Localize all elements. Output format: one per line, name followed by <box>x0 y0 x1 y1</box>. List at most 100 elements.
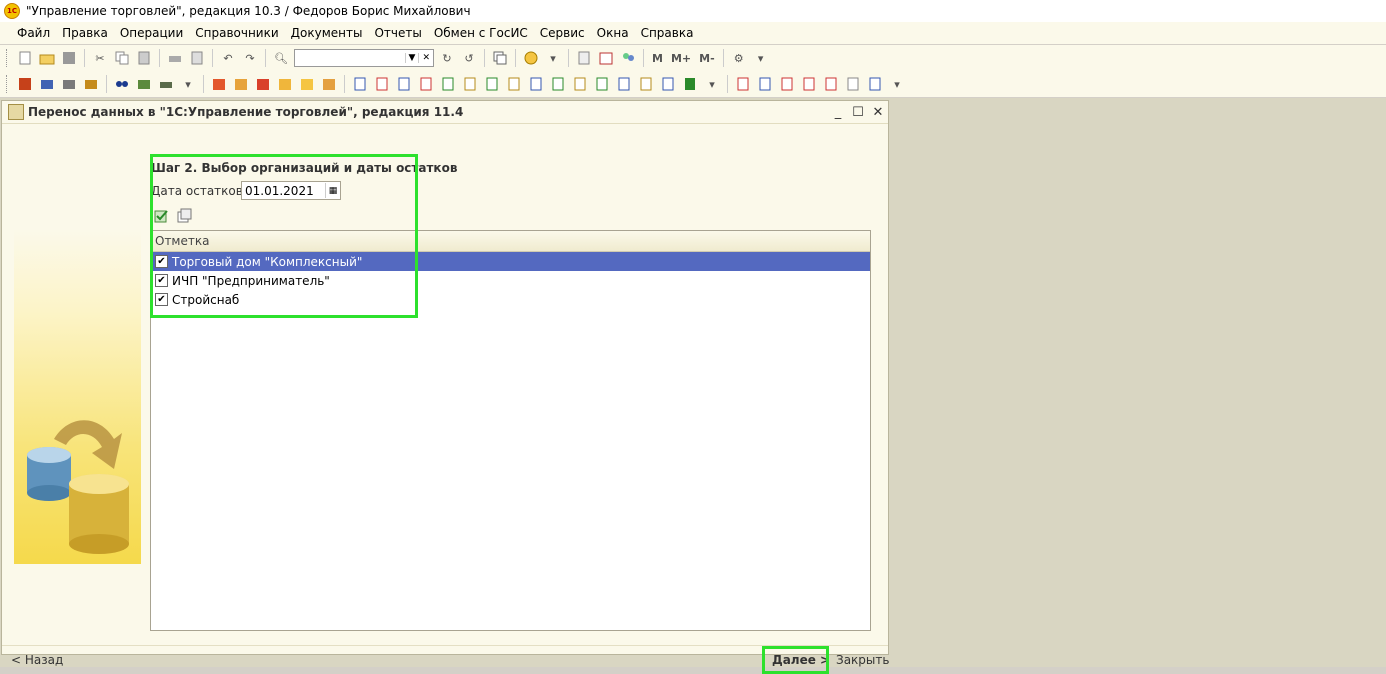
doc-14-icon[interactable] <box>638 76 654 92</box>
doc-7-icon[interactable] <box>484 76 500 92</box>
calculator-icon[interactable] <box>576 50 592 66</box>
order-customer-icon[interactable] <box>233 76 249 92</box>
toolbar-separator <box>727 75 728 93</box>
highlight-frame-next <box>762 646 829 674</box>
search-input[interactable]: ▼ ✕ <box>294 49 434 67</box>
doc-5-icon[interactable] <box>440 76 456 92</box>
doc-3-icon[interactable] <box>396 76 412 92</box>
payment-icon[interactable] <box>299 76 315 92</box>
maximize-icon[interactable]: ☐ <box>848 105 868 120</box>
dropdown-arrow-icon[interactable]: ▾ <box>545 50 561 66</box>
cut-icon[interactable]: ✂ <box>92 50 108 66</box>
toolbar-grip[interactable] <box>6 49 10 67</box>
stack-icon[interactable] <box>61 76 77 92</box>
doc-1-icon[interactable] <box>352 76 368 92</box>
close-window-icon[interactable]: ✕ <box>868 105 888 120</box>
windows-icon[interactable] <box>492 50 508 66</box>
report-3-icon[interactable] <box>779 76 795 92</box>
doc-12-icon[interactable] <box>594 76 610 92</box>
toolbar-standard: ✂ ↶ ↷ 🔍︎ ▼ ✕ ↻ ↺ ▾ M M+ M- ⚙ ▾ <box>0 45 1386 71</box>
menu-catalogs[interactable]: Справочники <box>195 26 278 40</box>
report-2-icon[interactable] <box>757 76 773 92</box>
doc-6-icon[interactable] <box>462 76 478 92</box>
toolbar-documents: ▾ ▾ ▾ <box>0 71 1386 97</box>
back-button[interactable]: < Назад <box>11 653 63 667</box>
save-icon[interactable] <box>61 50 77 66</box>
minimize-icon[interactable]: _ <box>828 105 848 120</box>
menu-file[interactable]: Файл <box>17 26 50 40</box>
menu-operations[interactable]: Операции <box>120 26 183 40</box>
close-button[interactable]: Закрыть <box>836 653 889 667</box>
tools-icon[interactable]: ⚙ <box>731 50 747 66</box>
printer-doc-icon[interactable] <box>39 76 55 92</box>
search-next-icon[interactable]: ↻ <box>439 50 455 66</box>
search-clear-icon[interactable]: ✕ <box>418 53 433 63</box>
calendar-icon[interactable] <box>598 50 614 66</box>
toolbar-separator <box>106 75 107 93</box>
window-titlebar: Перенос данных в "1С:Управление торговле… <box>2 101 888 124</box>
menu-bar: Файл Правка Операции Справочники Докумен… <box>0 22 1386 44</box>
print-icon[interactable] <box>167 50 183 66</box>
doc-2-icon[interactable] <box>374 76 390 92</box>
app-logo-icon: 1С <box>4 3 20 19</box>
toolbar-separator <box>265 49 266 67</box>
menu-help[interactable]: Справка <box>641 26 694 40</box>
order-supplier-icon[interactable] <box>255 76 271 92</box>
dropdown-arrow-icon[interactable]: ▾ <box>889 76 905 92</box>
menu-documents[interactable]: Документы <box>291 26 363 40</box>
menu-reports[interactable]: Отчеты <box>374 26 421 40</box>
toolbar-separator <box>203 75 204 93</box>
doc-4-icon[interactable] <box>418 76 434 92</box>
memory-minus-button[interactable]: M- <box>699 52 715 65</box>
info-icon[interactable] <box>523 50 539 66</box>
redo-icon[interactable]: ↷ <box>242 50 258 66</box>
print-preview-icon[interactable] <box>189 50 205 66</box>
report-6-icon[interactable] <box>845 76 861 92</box>
order-icon[interactable] <box>211 76 227 92</box>
wizard-body: Шаг 2. Выбор организаций и даты остатков… <box>2 124 889 674</box>
warehouse-icon[interactable] <box>136 76 152 92</box>
new-document-icon[interactable] <box>17 50 33 66</box>
users-icon[interactable] <box>620 50 636 66</box>
doc-11-icon[interactable] <box>572 76 588 92</box>
dropdown-arrow-icon[interactable]: ▾ <box>753 50 769 66</box>
memory-plus-button[interactable]: M+ <box>671 52 691 65</box>
memory-button[interactable]: M <box>652 52 663 65</box>
doc-15-icon[interactable] <box>660 76 676 92</box>
doc-16-icon[interactable] <box>682 76 698 92</box>
menu-gosis[interactable]: Обмен с ГосИС <box>434 26 528 40</box>
menu-edit[interactable]: Правка <box>62 26 108 40</box>
dropdown-arrow-icon[interactable]: ▾ <box>704 76 720 92</box>
paste-icon[interactable] <box>136 50 152 66</box>
doc-8-icon[interactable] <box>506 76 522 92</box>
book-icon[interactable] <box>17 76 33 92</box>
report-1-icon[interactable] <box>735 76 751 92</box>
toolbar-grip[interactable] <box>6 75 10 93</box>
register-icon[interactable] <box>83 76 99 92</box>
toolbar-separator <box>568 49 569 67</box>
doc-13-icon[interactable] <box>616 76 632 92</box>
search-prev-icon[interactable]: ↺ <box>461 50 477 66</box>
report-7-icon[interactable] <box>867 76 883 92</box>
doc-10-icon[interactable] <box>550 76 566 92</box>
contacts-icon[interactable] <box>114 76 130 92</box>
transfer-wizard-window: Перенос данных в "1С:Управление торговле… <box>1 100 889 674</box>
find-icon[interactable]: 🔍︎ <box>273 50 289 66</box>
menu-service[interactable]: Сервис <box>540 26 585 40</box>
receipt-icon[interactable] <box>321 76 337 92</box>
copy-icon[interactable] <box>114 50 130 66</box>
dropdown-arrow-icon[interactable]: ▾ <box>180 76 196 92</box>
undo-icon[interactable]: ↶ <box>220 50 236 66</box>
invoice-icon[interactable] <box>277 76 293 92</box>
scales-icon[interactable] <box>158 76 174 92</box>
report-4-icon[interactable] <box>801 76 817 92</box>
toolbar-separator <box>212 49 213 67</box>
menu-windows[interactable]: Окна <box>597 26 629 40</box>
toolbar-separator <box>515 49 516 67</box>
toolbar-separator <box>722 49 724 67</box>
open-folder-icon[interactable] <box>39 50 55 66</box>
search-dropdown-icon[interactable]: ▼ <box>404 53 419 63</box>
doc-9-icon[interactable] <box>528 76 544 92</box>
report-5-icon[interactable] <box>823 76 839 92</box>
highlight-frame-step <box>150 154 418 318</box>
